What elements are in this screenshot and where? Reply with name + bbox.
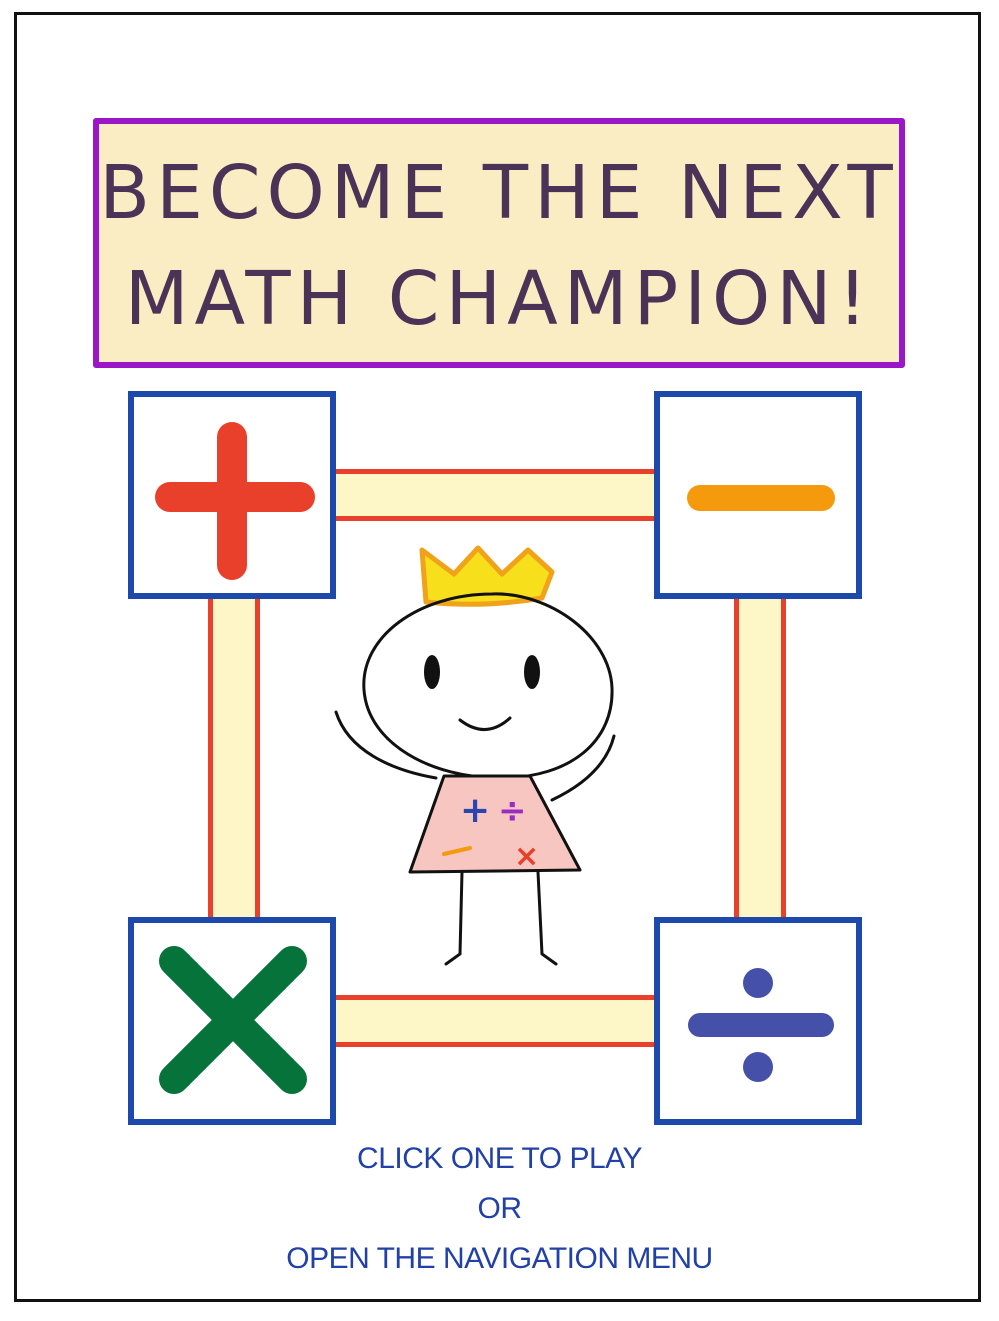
- champion-mascot: + ÷ ×: [334, 545, 616, 966]
- instruction-or: OR: [477, 1192, 523, 1225]
- title-banner: BECOME THE NEXT MATH CHAMPION!: [93, 118, 905, 368]
- addition-tile[interactable]: [128, 391, 336, 599]
- plus-icon: [155, 422, 315, 580]
- connector-top: [334, 469, 660, 521]
- subtraction-tile[interactable]: [654, 391, 862, 599]
- connector-left: [208, 597, 260, 921]
- instruction-open-menu: OPEN THE NAVIGATION MENU: [286, 1242, 713, 1275]
- instructions: CLICK ONE TO PLAY OR OPEN THE NAVIGATION…: [0, 1134, 999, 1284]
- division-tile[interactable]: [654, 917, 862, 1125]
- connector-bottom: [334, 995, 660, 1047]
- connector-right: [734, 597, 786, 921]
- title-line-1: BECOME THE NEXT: [99, 150, 899, 236]
- svg-text:÷: ÷: [498, 791, 527, 831]
- multiplication-tile[interactable]: [128, 917, 336, 1125]
- title-line-2: MATH CHAMPION!: [124, 256, 874, 342]
- times-icon: [159, 946, 307, 1094]
- crown-icon: [419, 545, 555, 607]
- minus-icon: [687, 485, 835, 511]
- instruction-click-to-play: CLICK ONE TO PLAY: [357, 1142, 642, 1175]
- svg-text:×: ×: [514, 839, 539, 874]
- divide-icon: [688, 968, 834, 1082]
- svg-text:+: +: [460, 790, 490, 831]
